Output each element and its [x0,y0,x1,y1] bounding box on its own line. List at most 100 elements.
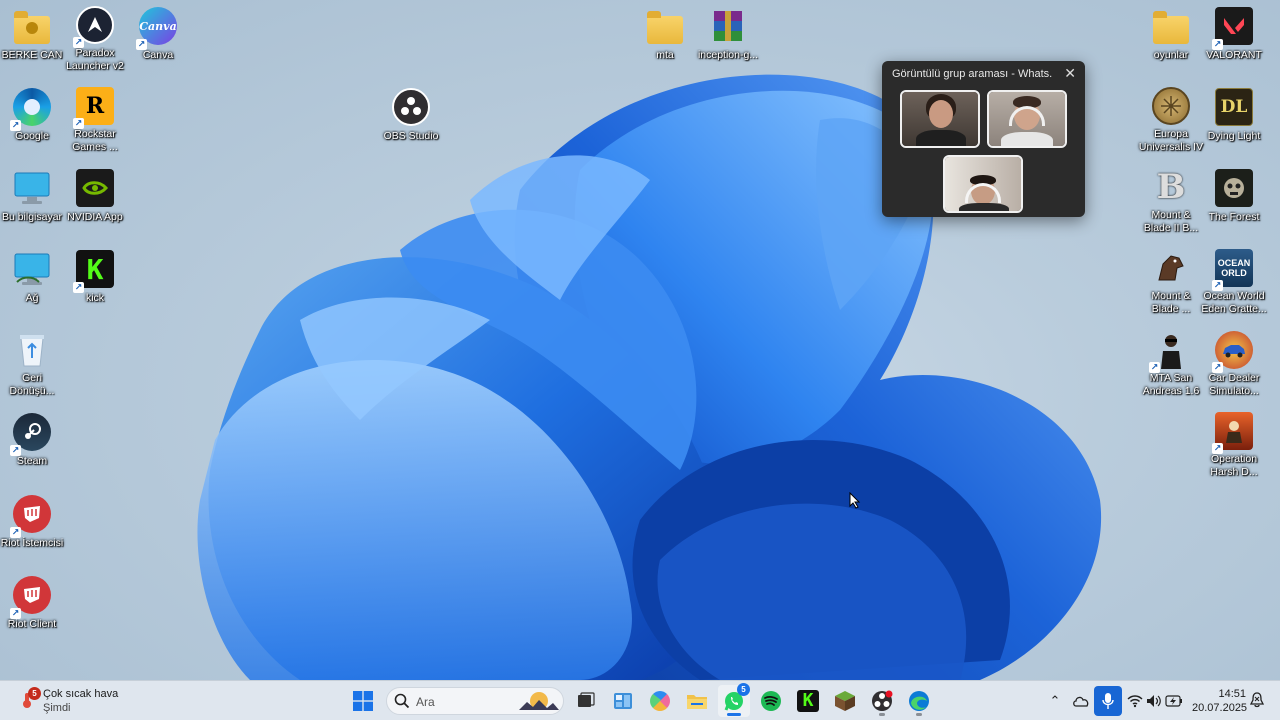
desktop-icon-riot-client[interactable]: ↗ Riot Client [0,569,68,641]
desktop-icon-valorant[interactable]: ↗ VALORANT [1198,0,1270,72]
desktop-icon-label: Ağ [25,292,39,304]
desktop-icon-mount-blade-2[interactable]: B Mount & Blade II B... [1135,162,1207,234]
running-indicator [727,713,741,716]
edge-icon [909,691,929,711]
taskbar-kick[interactable]: K [792,685,824,717]
whatsapp-call-window[interactable]: Görüntülü grup araması - Whats... ✕ [882,61,1085,217]
desktop-icon-label: VALORANT [1206,49,1262,61]
search-highlight-icon [519,692,559,710]
speaker-icon [1147,695,1161,707]
participant-video-tile[interactable] [943,155,1023,213]
desktop-icon-label: Canva [142,49,174,61]
desktop-icon-europa[interactable]: Europa Universalis IV [1135,81,1207,153]
desktop-icon-rockstar[interactable]: R ↗ Rockstar Games ... [59,81,131,153]
desktop-icon-google[interactable]: ↗ Google [0,81,68,153]
riot-fist-icon: ↗ [10,494,52,538]
desktop-icon-canva[interactable]: Canva ↗ Canva [122,0,194,72]
folder-icon [1151,6,1191,46]
desktop-icon-operation-harsh[interactable]: ↗ Operation Harsh D... [1198,406,1270,478]
battery-tray[interactable] [1163,689,1185,713]
desktop-icon-label: Operation Harsh D... [1210,453,1258,478]
the-forest-icon [1214,168,1254,208]
close-icon[interactable]: ✕ [1064,65,1076,82]
task-view-icon [578,692,595,707]
taskbar-whatsapp[interactable]: 5 [718,683,750,717]
spotify-icon [761,691,781,711]
taskbar-search-box[interactable]: Ara [386,687,564,715]
notification-bell-icon[interactable] [1250,692,1264,708]
obs-icon [872,690,893,711]
desktop-icon-label: Mount & Blade II B... [1143,209,1199,234]
desktop-icon-obs[interactable]: OBS Studio [375,81,447,153]
weather-badge: 5 [28,687,41,700]
taskbar-spotify[interactable] [755,685,787,717]
desktop-icon-car-dealer[interactable]: ↗ Car Dealer Simulato... [1198,325,1270,397]
windows-logo-icon [353,691,373,711]
bannerlord-icon: B [1156,167,1186,208]
steam-icon: ↗ [10,412,52,456]
cloud-icon [1073,696,1089,707]
taskbar-obs[interactable] [866,685,898,717]
participant-video-tile[interactable] [987,90,1067,148]
taskbar-copilot[interactable] [644,685,676,717]
desktop-icon-steam[interactable]: ↗ Steam [0,406,68,478]
desktop-icon-ag[interactable]: Ağ [0,243,68,315]
operation-harsh-icon: ↗ [1212,412,1254,455]
warband-horse-icon [1151,249,1191,287]
paradox-icon: ↗ [73,6,115,49]
desktop-icon-mta-folder[interactable]: mta [629,0,701,72]
europa-globe-icon [1151,87,1191,126]
participant-video-tile[interactable] [900,90,980,148]
desktop-icon-kick[interactable]: K ↗ kick [59,243,131,315]
desktop-icon-label: The Forest [1208,211,1260,223]
microphone-in-use-button[interactable] [1094,686,1122,716]
wallpaper-bloom [197,74,1102,680]
taskbar-task-view[interactable] [570,685,602,717]
desktop-icon-label: Dying Light [1207,130,1261,142]
desktop-icon-riot-istemcisi[interactable]: ↗ Riot İstemcisi [0,488,68,560]
taskbar-edge[interactable] [903,685,935,717]
nvidia-icon [75,168,115,208]
desktop-icon-label: inception-g... [697,49,759,61]
edge-icon: ↗ [10,87,52,131]
network-icon [12,249,52,289]
volume-tray[interactable] [1143,689,1165,713]
desktop-icon-mta-san-andreas[interactable]: ↗ MTA San Andreas 1.6 [1135,325,1207,397]
copilot-icon [650,691,670,711]
desktop-icon-dying-light[interactable]: DL Dying Light [1198,81,1270,153]
clock-date: 20.07.2025 [1192,702,1248,714]
search-placeholder: Ara [416,695,435,709]
desktop-icon-oyunlar[interactable]: oyunlar [1135,0,1207,72]
desktop-icon-inception[interactable]: inception-g... [692,0,764,72]
weather-condition: Çok sıcak hava [43,688,119,700]
desktop-icon-geri-donusum[interactable]: Geri Dönüşü... [0,325,68,397]
kick-icon: K [797,690,819,712]
taskbar-file-explorer[interactable] [681,685,713,717]
user-folder-icon [12,6,52,46]
desktop-icon-label: BERKE CAN [1,49,63,61]
ocean-world-icon: OCEAN ORLD ↗ [1212,249,1254,292]
weather-time-label: Şimdi [43,702,71,714]
taskbar-minecraft[interactable] [829,685,861,717]
riot-fist-icon: ↗ [10,575,52,619]
desktop-icon-berke-can[interactable]: BERKE CAN [0,0,68,72]
weather-widget[interactable]: 5 Çok sıcak hava Şimdi [14,685,154,717]
onedrive-tray[interactable] [1070,689,1092,713]
widgets-icon [614,693,632,709]
minecraft-block-icon [835,691,855,711]
desktop-icon-label: kick [85,292,105,304]
desktop-icon-nvidia[interactable]: NVIDIA App [59,162,131,234]
taskbar-widgets[interactable] [607,685,639,717]
desktop-icon-the-forest[interactable]: The Forest [1198,162,1270,234]
desktop-icon-paradox-launcher[interactable]: ↗ Paradox Launcher v2 [59,0,131,72]
tray-overflow-button[interactable]: ⌃ [1044,689,1066,713]
mta-character-icon: ↗ [1149,331,1191,374]
canva-icon: Canva ↗ [136,6,178,50]
start-button[interactable] [347,685,379,717]
desktop-icon-mount-blade[interactable]: Mount & Blade ... [1135,243,1207,315]
dying-light-icon: DL [1214,87,1254,127]
taskbar-clock[interactable]: 14:51 20.07.2025 [1192,687,1248,715]
desktop-icon-label: Bu bilgisayar [1,211,63,223]
desktop-icon-ocean-world[interactable]: OCEAN ORLD ↗ Ocean World Eden Gratte... [1198,243,1270,315]
desktop-icon-bu-bilgisayar[interactable]: Bu bilgisayar [0,162,68,234]
